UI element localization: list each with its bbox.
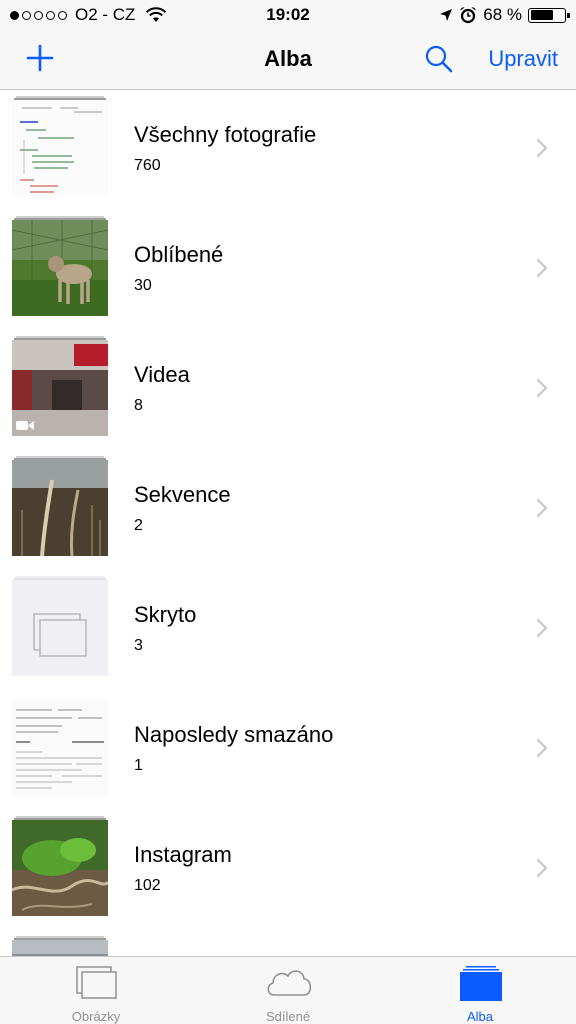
store-video-thumbnail [12,340,108,436]
status-right: 68 % [439,5,570,25]
album-list: Všechny fotografie 760 Oblíbené 30 Videa… [0,90,576,956]
album-thumbnail [12,576,108,676]
album-count: 760 [134,157,161,174]
album-count: 3 [134,637,143,654]
status-bar: O2 - CZ 19:02 68 % [0,0,576,30]
search-icon[interactable] [424,44,454,74]
edit-button[interactable]: Upravit [488,46,558,72]
album-thumbnail [12,216,108,316]
album-row-partial[interactable] [0,930,576,956]
album-thumbnail [12,96,108,196]
album-thumbnail [12,936,108,956]
chevron-right-icon [536,498,548,518]
battery-icon [528,7,570,23]
dog-photo-thumbnail [12,220,108,316]
album-count: 1 [134,757,143,774]
album-row-instagram[interactable]: Instagram 102 [0,810,576,930]
album-cover-thumbnail [12,940,108,956]
album-count: 30 [134,277,152,294]
photos-stack-icon [76,966,117,999]
alarm-clock-icon [460,7,476,24]
tab-label: Sdílené [265,1009,311,1024]
chevron-right-icon [536,738,548,758]
album-row-favorites[interactable]: Oblíbené 30 [0,210,576,330]
navigation-bar: Alba Upravit [0,30,576,90]
battery-fill [530,10,553,20]
album-row-recently-deleted[interactable]: Naposledy smazáno 1 [0,690,576,810]
albums-icon [460,966,502,1001]
green-plant-thumbnail [12,820,108,916]
album-thumbnail [12,336,108,436]
album-name: Sekvence [134,482,231,507]
album-count: 8 [134,397,143,414]
album-name: Videa [134,362,190,387]
chevron-right-icon [536,138,548,158]
album-name: Všechny fotografie [134,122,317,147]
dry-plants-thumbnail [12,460,108,556]
tab-label: Alba [466,1009,494,1024]
album-count: 102 [134,877,161,894]
album-thumbnail [12,816,108,916]
cloud-icon [267,970,312,996]
album-count: 2 [134,517,143,534]
album-thumbnail [12,696,108,796]
album-row-videos[interactable]: Videa 8 [0,330,576,450]
chevron-right-icon [536,378,548,398]
chevron-right-icon [536,258,548,278]
chevron-right-icon [536,618,548,638]
album-row-bursts[interactable]: Sekvence 2 [0,450,576,570]
tab-photos[interactable]: Obrázky [0,957,192,1024]
chevron-right-icon [536,858,548,878]
tab-bar: Obrázky Sdílené Alba [0,956,576,1024]
tab-shared[interactable]: Sdílené [192,957,384,1024]
receipt-thumbnail [12,700,108,796]
location-arrow-icon [440,9,453,21]
battery-percent: 68 % [483,5,522,24]
handwritten-notes-thumbnail [12,100,108,196]
tab-albums[interactable]: Alba [384,957,576,1024]
album-name: Instagram [134,842,232,867]
hidden-album-placeholder-icon [12,580,108,676]
tab-label: Obrázky [71,1009,121,1024]
album-row-all-photos[interactable]: Všechny fotografie 760 [0,90,576,210]
album-name: Skryto [134,602,197,627]
album-name: Oblíbené [134,242,224,267]
album-row-hidden[interactable]: Skryto 3 [0,570,576,690]
battery-nub [567,12,570,18]
album-thumbnail [12,456,108,556]
album-name: Naposledy smazáno [134,722,334,747]
